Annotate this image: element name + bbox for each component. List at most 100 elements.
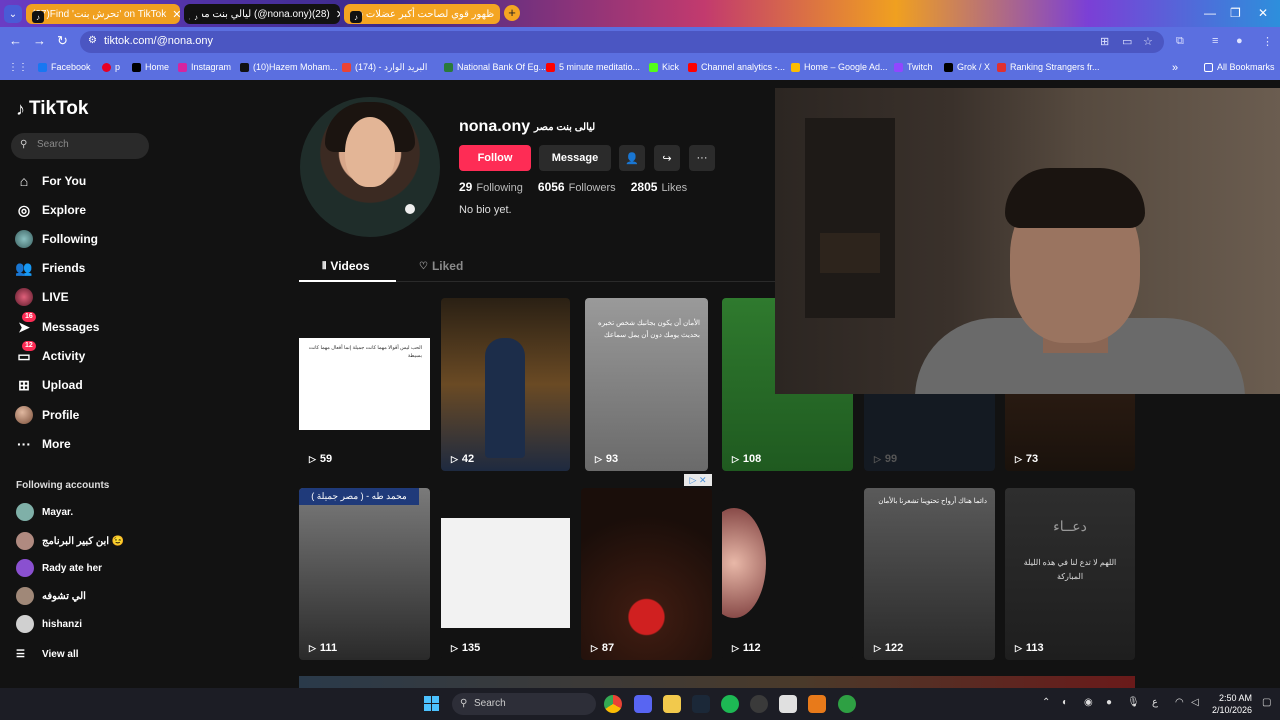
site-info-icon[interactable]: ⚙ xyxy=(88,35,97,46)
url-text[interactable]: tiktok.com/@nona.ony xyxy=(104,35,213,47)
sidebar-item-upload[interactable]: ⊞ Upload xyxy=(15,375,155,395)
bookmark[interactable]: Channel analytics -... xyxy=(688,62,785,72)
close-icon[interactable]: ✕ xyxy=(494,8,500,21)
translate-icon[interactable]: ⊞ xyxy=(1100,35,1109,48)
apps-icon[interactable]: ⋮⋮ xyxy=(8,62,28,73)
bookmark[interactable]: Home xyxy=(132,62,169,72)
bookmark[interactable]: Ranking Strangers fr... xyxy=(997,62,1100,72)
bookmark[interactable]: p xyxy=(102,62,120,72)
sidebar-item-profile[interactable]: Profile xyxy=(15,405,155,425)
bookmark[interactable]: National Bank Of Eg... xyxy=(444,62,546,72)
bookmark[interactable]: Facebook xyxy=(38,62,91,72)
tray-icon[interactable]: ◐ xyxy=(1062,697,1068,708)
plus-square-icon: ⊞ xyxy=(18,376,30,393)
view-count: ▷ 108 xyxy=(732,453,762,465)
video-card[interactable]: ▷ 42 xyxy=(441,298,570,471)
video-card[interactable]: دعــاء اللهم لا تدع لنا في هذه الليلة ال… xyxy=(1005,488,1135,660)
bookmark[interactable]: Instagram xyxy=(178,62,231,72)
sidebar-item-more[interactable]: ··· More xyxy=(15,434,155,454)
all-bookmarks[interactable]: All Bookmarks xyxy=(1204,62,1275,72)
video-card[interactable]: ▷ 135 xyxy=(441,488,570,660)
close-window-button[interactable]: ✕ xyxy=(1258,6,1268,20)
following-account[interactable]: الي تشوفه xyxy=(16,586,86,606)
video-card[interactable]: ▷ 87 xyxy=(581,488,712,660)
close-icon[interactable]: ✕ xyxy=(166,8,180,21)
obs-icon[interactable] xyxy=(750,695,768,713)
share-icon[interactable]: ↪ xyxy=(654,145,680,171)
sidebar-item-explore[interactable]: ◎ Explore xyxy=(15,200,155,220)
view-all-link[interactable]: ☰ View all xyxy=(16,644,79,664)
sidebar-item-for-you[interactable]: ⌂ For You xyxy=(15,171,155,191)
back-icon[interactable]: ← xyxy=(9,33,22,48)
following-account[interactable]: ابن كبير البرنامج 😉 xyxy=(16,531,124,551)
new-tab-button[interactable]: + xyxy=(504,5,520,21)
spotify-icon[interactable] xyxy=(721,695,739,713)
menu-icon[interactable]: ⋮ xyxy=(1262,35,1273,48)
minimize-button[interactable]: — xyxy=(1204,6,1216,20)
sidebar-item-activity[interactable]: ▭ 12 Activity xyxy=(15,341,155,366)
more-bookmarks-icon[interactable]: » xyxy=(1172,62,1178,74)
search-input[interactable]: ⚲ Search xyxy=(11,133,149,159)
add-friend-icon[interactable]: 👤 xyxy=(619,145,645,171)
tiktok-logo[interactable]: ♪ TikTok xyxy=(16,98,88,120)
chevron-up-icon[interactable]: ⌃ xyxy=(1042,697,1050,708)
sidebar-item-friends[interactable]: 👥 Friends xyxy=(15,258,155,278)
video-card[interactable]: ( مصر جميلة ) - محمد طه ▷ 111 xyxy=(299,488,430,660)
sidebar-item-messages[interactable]: ➤ 16 Messages xyxy=(15,312,155,337)
discord-tray-icon[interactable]: ◉ xyxy=(1084,697,1093,708)
following-account[interactable]: hishanzi xyxy=(16,614,82,634)
bookmark[interactable]: Twitch xyxy=(894,62,933,72)
wifi-icon[interactable]: ◠ xyxy=(1175,697,1184,708)
star-icon[interactable]: ☆ xyxy=(1143,35,1153,48)
tab-search-button[interactable]: ⌄ xyxy=(4,5,22,23)
cast-icon[interactable]: ▭ xyxy=(1122,35,1132,48)
tray-icon[interactable]: ● xyxy=(1106,697,1112,708)
follow-button[interactable]: Follow xyxy=(459,145,531,171)
media-icon[interactable]: ≡ xyxy=(1212,35,1218,47)
following-account[interactable]: Mayar. xyxy=(16,502,73,522)
app-icon[interactable] xyxy=(838,695,856,713)
tab-videos[interactable]: ⦀ Videos xyxy=(322,259,370,273)
microphone-icon[interactable]: 🎙 xyxy=(1127,697,1140,708)
more-options-icon[interactable]: ··· xyxy=(689,145,715,171)
steam-icon[interactable] xyxy=(692,695,710,713)
extensions-icon[interactable]: ⧉ xyxy=(1176,35,1184,48)
profile-tabs: ⦀ Videos ♡ Liked xyxy=(299,256,775,282)
language-indicator[interactable]: ع xyxy=(1152,697,1158,708)
volume-icon[interactable]: ◁ xyxy=(1191,697,1199,708)
windows-start-icon[interactable] xyxy=(424,696,440,712)
discord-icon[interactable] xyxy=(634,695,652,713)
taskbar-clock[interactable]: 2:50 AM 2/10/2026 xyxy=(1206,692,1252,716)
message-button[interactable]: Message xyxy=(539,145,611,171)
video-card[interactable]: ▷ 112 xyxy=(722,488,853,660)
browser-tab[interactable]: ♪ (27)Find 'تحرش بنت' on TikTok ✕ xyxy=(26,4,180,24)
notepad-icon[interactable] xyxy=(779,695,797,713)
app-icon[interactable] xyxy=(808,695,826,713)
chrome-icon[interactable] xyxy=(604,695,622,713)
taskbar-search[interactable]: ⚲ Search xyxy=(452,693,596,715)
profile-avatar-icon[interactable]: ● xyxy=(1236,35,1243,47)
bookmark[interactable]: Grok / X xyxy=(944,62,990,72)
browser-tab-active[interactable]: ♪ ليالي بنت مصر (@nona.ony)(28) ✕ xyxy=(184,4,340,24)
bookmark[interactable]: 5 minute meditatio... xyxy=(546,62,640,72)
sidebar-item-live[interactable]: LIVE xyxy=(15,287,155,307)
forward-icon[interactable]: → xyxy=(33,33,46,48)
bookmark[interactable]: Kick xyxy=(649,62,679,72)
bookmark[interactable]: (10)Hazem Moham... xyxy=(240,62,338,72)
file-explorer-icon[interactable] xyxy=(663,695,681,713)
video-card[interactable]: الحب ليس أقوالا مهما كانت جميلة إنما أفع… xyxy=(299,298,430,471)
close-icon[interactable]: ✕ xyxy=(330,8,340,21)
notifications-icon[interactable]: ▢ xyxy=(1262,697,1271,708)
maximize-button[interactable]: ❐ xyxy=(1230,6,1241,20)
browser-tab[interactable]: ♪ ظهور قوي لصاحت أكبر عضلات في ✕ xyxy=(344,4,500,24)
video-card[interactable]: الأمان أن يكون بجانبك شخص تخبره بحديث يو… xyxy=(585,298,708,471)
reload-icon[interactable]: ↻ xyxy=(57,33,68,49)
sidebar-item-following[interactable]: Following xyxy=(15,229,155,249)
following-account[interactable]: Rady ate her xyxy=(16,558,102,578)
address-bar[interactable] xyxy=(80,31,1164,53)
bookmark[interactable]: (174) - البريد الوارد xyxy=(342,62,427,73)
tab-liked[interactable]: ♡ Liked xyxy=(419,259,463,273)
video-card[interactable]: دائما هناك أرواح تحتوينا تشعرنا بالأمان … xyxy=(864,488,995,660)
bookmark[interactable]: Home – Google Ad... xyxy=(791,62,888,72)
ad-choices-icon[interactable]: ▷ ✕ xyxy=(684,474,712,486)
